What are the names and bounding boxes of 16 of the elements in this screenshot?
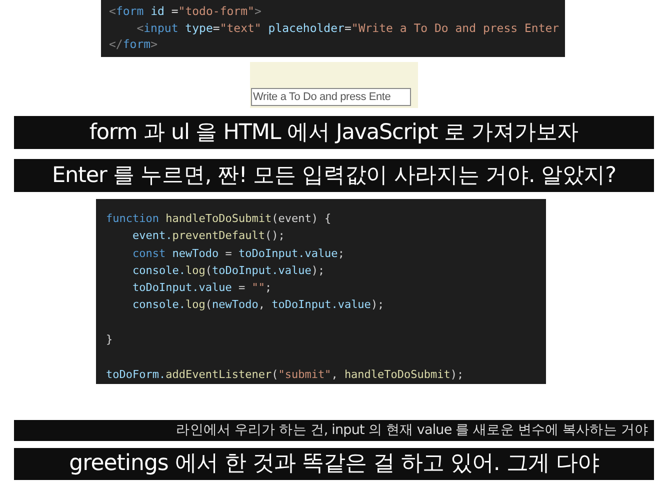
code-line: console.log(newTodo, toDoInput.value); — [131, 297, 386, 314]
code-line: console.log(toDoInput.value); — [131, 262, 326, 279]
todo-input-field[interactable]: Write a To Do and press Ente — [251, 88, 411, 106]
code-line: <input type="text" placeholder="Write a To Do and press Enter — [136, 20, 557, 36]
subtitle: greetings 에서 한 것과 똑같은 걸 하고 있어. 그게 다야 — [14, 448, 654, 480]
subtitle: Enter 를 누르면, 짠! 모든 입력값이 사라지는 거야. 알았지? — [14, 159, 654, 192]
code-line: toDoForm.addEventListener("submit", handleToDoSubmit); — [106, 366, 465, 383]
code-line: </form> — [109, 36, 158, 52]
code-line: } — [106, 332, 114, 348]
code-line: const newTodo = toDoInput.value; — [131, 246, 346, 262]
code-line: <form id ="todo-form"> — [109, 3, 262, 20]
code-line: toDoInput.value = ""; — [131, 280, 273, 296]
subtitle: form 과 ul 을 HTML 에서 JavaScript 로 가져가보자 — [14, 116, 654, 149]
subtitle: 라인에서 우리가 하는 건, input 의 현재 value 를 새로운 변수에 복사하는 거야 — [14, 420, 654, 441]
code-line: event.preventDefault(); — [131, 228, 286, 244]
code-line: function handleToDoSubmit(event) { — [106, 211, 332, 227]
